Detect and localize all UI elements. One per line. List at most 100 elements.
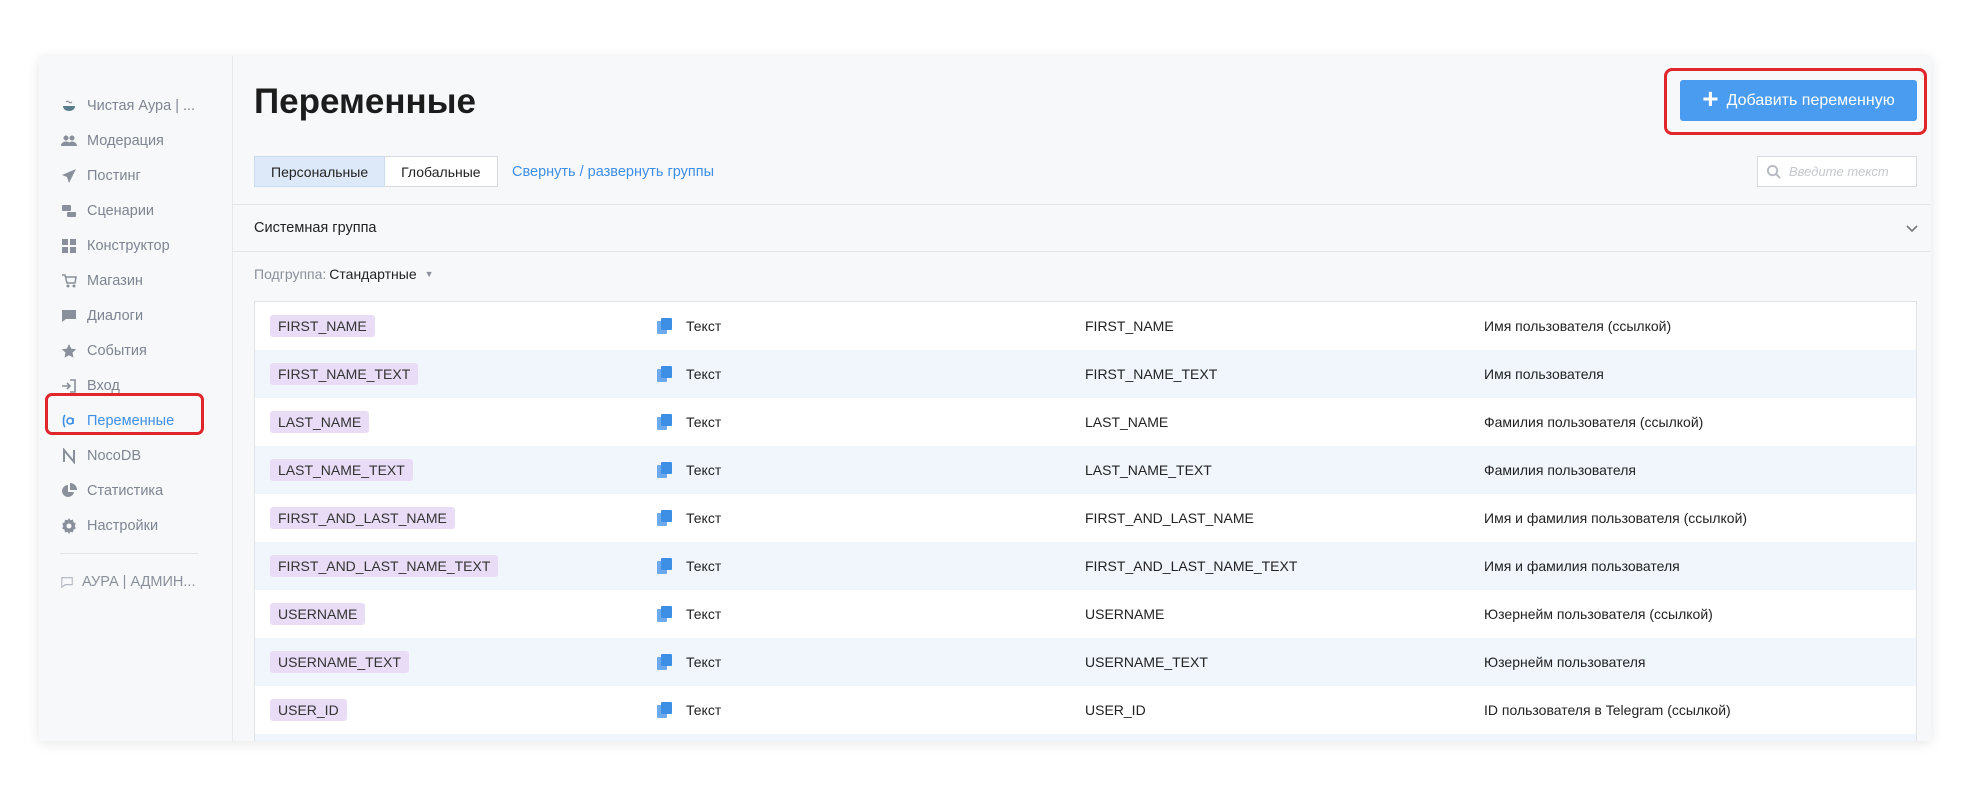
group-header[interactable]: Системная группа	[233, 204, 1931, 252]
copy-icon[interactable]	[657, 462, 672, 478]
chat-bubble-icon	[60, 574, 76, 590]
sidebar-bottom-label: АУРА | АДМИН...	[82, 573, 196, 590]
sidebar-item-variables[interactable]: Переменные	[39, 403, 232, 438]
chevron-down-icon[interactable]	[1905, 221, 1919, 235]
plus-icon: +	[1702, 83, 1719, 114]
table-row-partial	[255, 734, 1916, 741]
variable-tag[interactable]: LAST_NAME	[270, 411, 370, 433]
sidebar-item-dialogs[interactable]: Диалоги	[39, 298, 232, 333]
copy-icon[interactable]	[657, 414, 672, 430]
sidebar-item-label: Настройки	[87, 517, 159, 534]
variable-tag[interactable]: FIRST_NAME_TEXT	[270, 363, 419, 385]
subgroup-label: Подгруппа:	[254, 266, 327, 282]
copy-icon[interactable]	[657, 606, 672, 622]
variable-description: Фамилия пользователя (ссылкой)	[1484, 414, 1704, 430]
variable-name: LAST_NAME_TEXT	[1085, 462, 1212, 478]
variable-description: Юзернейм пользователя (ссылкой)	[1484, 606, 1713, 622]
table-row: FIRST_AND_LAST_NAME Текст FIRST_AND_LAST…	[255, 494, 1916, 542]
send-icon	[60, 167, 78, 185]
add-variable-button[interactable]: + Добавить переменную	[1680, 80, 1917, 121]
users-icon	[60, 132, 78, 150]
variable-tag[interactable]: LAST_NAME_TEXT	[270, 459, 413, 481]
search-icon	[1766, 164, 1781, 179]
table-row: USER_ID Текст USER_ID ID пользователя в …	[255, 686, 1916, 734]
variable-icon	[60, 412, 78, 430]
app-window: Чистая Аура | ... Модерация Постинг Сцен…	[39, 56, 1931, 741]
sidebar-item-constructor[interactable]: Конструктор	[39, 228, 232, 263]
sidebar-divider	[60, 553, 198, 554]
variable-tag[interactable]: USERNAME_TEXT	[270, 651, 409, 673]
sidebar-item-label: События	[87, 342, 147, 359]
sidebar-item-settings[interactable]: Настройки	[39, 508, 232, 543]
cup-icon	[60, 97, 78, 115]
table-row: LAST_NAME Текст LAST_NAME Фамилия пользо…	[255, 398, 1916, 446]
variable-name: USERNAME_TEXT	[1085, 654, 1208, 670]
sidebar-item-login[interactable]: Вход	[39, 368, 232, 403]
sidebar-item-label: Магазин	[87, 272, 143, 289]
copy-icon[interactable]	[657, 318, 672, 334]
type-label: Текст	[686, 318, 722, 334]
sidebar: Чистая Аура | ... Модерация Постинг Сцен…	[39, 56, 233, 741]
table-row: LAST_NAME_TEXT Текст LAST_NAME_TEXT Фами…	[255, 446, 1916, 494]
sidebar-item-nocodb[interactable]: NocoDB	[39, 438, 232, 473]
variable-tag[interactable]: FIRST_AND_LAST_NAME	[270, 507, 455, 529]
sidebar-item-admin-chat[interactable]: АУРА | АДМИН...	[39, 564, 232, 599]
sidebar-item-label: Вход	[87, 377, 120, 394]
grid-icon	[60, 237, 78, 255]
type-label: Текст	[686, 654, 722, 670]
variable-description: Имя пользователя	[1484, 366, 1604, 382]
sidebar-item-moderation[interactable]: Модерация	[39, 123, 232, 158]
type-label: Текст	[686, 414, 722, 430]
scope-tabs: Персональные Глобальные	[254, 156, 498, 187]
table-row: USERNAME Текст USERNAME Юзернейм пользов…	[255, 590, 1916, 638]
variable-name: FIRST_NAME	[1085, 318, 1174, 334]
type-label: Текст	[686, 606, 722, 622]
table-row: FIRST_AND_LAST_NAME_TEXT Текст FIRST_AND…	[255, 542, 1916, 590]
sidebar-item-label: Статистика	[87, 482, 164, 499]
sidebar-item-label: Постинг	[87, 167, 141, 184]
search-box[interactable]	[1757, 156, 1917, 187]
variable-name: FIRST_AND_LAST_NAME_TEXT	[1085, 558, 1298, 574]
page-title: Переменные	[254, 82, 476, 121]
table-row: USERNAME_TEXT Текст USERNAME_TEXT Юзерне…	[255, 638, 1916, 686]
sidebar-item-label: Чистая Аура | ...	[87, 97, 196, 114]
group-title: Системная группа	[254, 220, 377, 236]
type-label: Текст	[686, 462, 722, 478]
table-row: FIRST_NAME_TEXT Текст FIRST_NAME_TEXT Им…	[255, 350, 1916, 398]
caret-down-icon: ▼	[424, 269, 434, 279]
sidebar-item-label: Сценарии	[87, 202, 155, 219]
subgroup-selector[interactable]: Подгруппа: Стандартные ▼	[254, 266, 434, 282]
sidebar-item-bot[interactable]: Чистая Аура | ...	[39, 88, 232, 123]
variable-description: Юзернейм пользователя	[1484, 654, 1646, 670]
gear-icon	[60, 517, 78, 535]
variable-tag[interactable]: FIRST_AND_LAST_NAME_TEXT	[270, 555, 499, 577]
copy-icon[interactable]	[657, 654, 672, 670]
sidebar-item-statistics[interactable]: Статистика	[39, 473, 232, 508]
variable-description: Фамилия пользователя	[1484, 462, 1636, 478]
copy-icon[interactable]	[657, 366, 672, 382]
sidebar-item-posting[interactable]: Постинг	[39, 158, 232, 193]
variable-tag[interactable]: USERNAME	[270, 603, 366, 625]
sidebar-item-scenarios[interactable]: Сценарии	[39, 193, 232, 228]
sidebar-item-label: Конструктор	[87, 237, 170, 254]
sidebar-item-events[interactable]: События	[39, 333, 232, 368]
collapse-groups-link[interactable]: Свернуть / развернуть группы	[512, 164, 714, 180]
variable-description: Имя и фамилия пользователя (ссылкой)	[1484, 510, 1748, 526]
variable-tag[interactable]: FIRST_NAME	[270, 315, 375, 337]
main-content: Переменные + Добавить переменную Персона…	[233, 56, 1931, 741]
pie-icon	[60, 482, 78, 500]
search-input[interactable]	[1789, 164, 1909, 179]
variable-tag[interactable]: USER_ID	[270, 699, 347, 721]
variable-description: ID пользователя в Telegram (ссылкой)	[1484, 702, 1731, 718]
variable-description: Имя и фамилия пользователя	[1484, 558, 1680, 574]
copy-icon[interactable]	[657, 702, 672, 718]
sidebar-item-shop[interactable]: Магазин	[39, 263, 232, 298]
copy-icon[interactable]	[657, 558, 672, 574]
variable-name: USER_ID	[1085, 702, 1146, 718]
tab-global[interactable]: Глобальные	[385, 156, 498, 187]
sidebar-item-label: Диалоги	[87, 307, 144, 324]
copy-icon[interactable]	[657, 510, 672, 526]
sidebar-item-label: Переменные	[87, 412, 175, 429]
cart-icon	[60, 272, 78, 290]
tab-personal[interactable]: Персональные	[254, 156, 386, 187]
